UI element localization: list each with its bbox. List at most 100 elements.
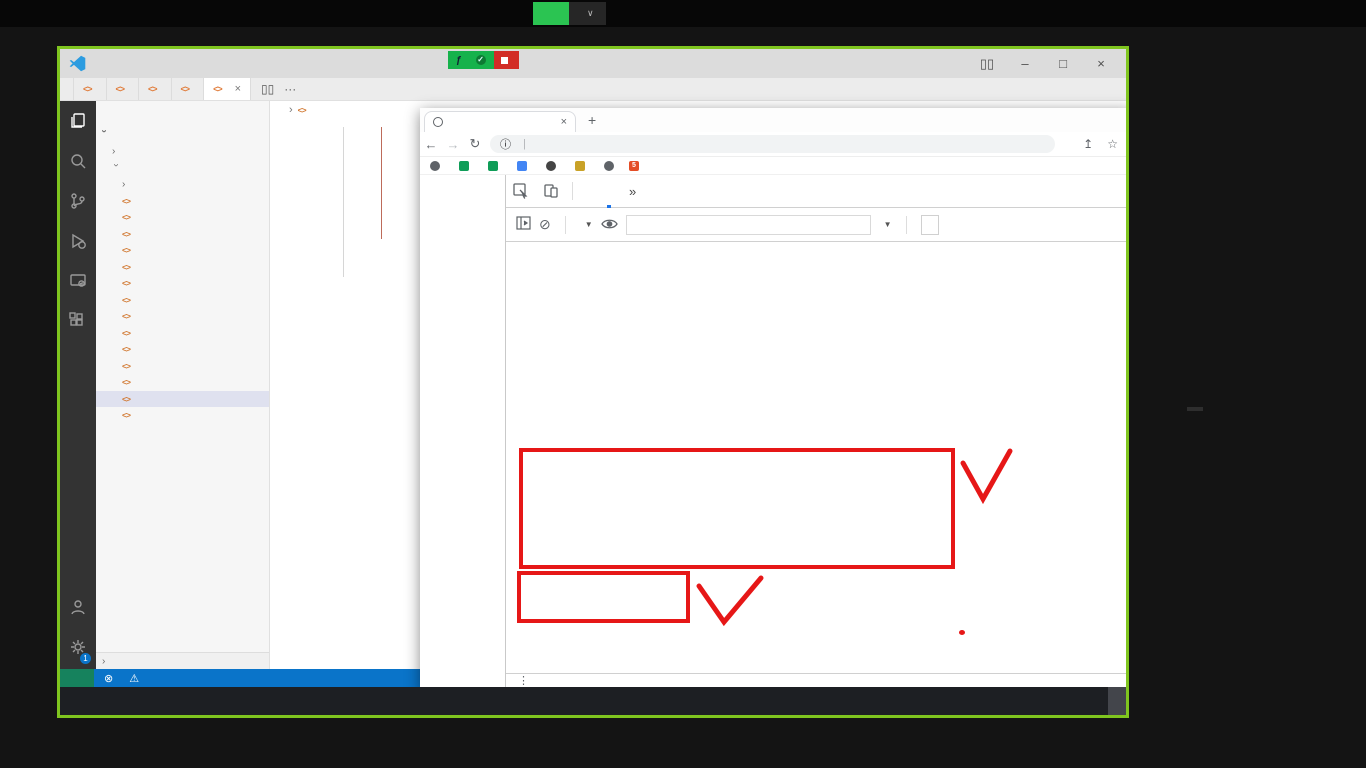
info-icon[interactable]: ⓘ — [500, 136, 511, 152]
devtools-tab-elements[interactable] — [579, 175, 599, 208]
explorer-icon[interactable] — [60, 101, 96, 141]
log-levels-selector[interactable]: ▼ — [879, 220, 892, 229]
bookmark-item[interactable] — [459, 160, 473, 171]
extensions-icon[interactable] — [60, 301, 96, 341]
tab-close-icon[interactable]: × — [235, 83, 241, 95]
explorer-file-test-html[interactable]: <> — [96, 407, 269, 424]
drawer-menu-icon[interactable]: ⋮ — [518, 674, 529, 688]
explorer-file-Step01_dataType7-html[interactable]: <> — [96, 390, 269, 407]
explorer-file-hello5-html[interactable]: <> — [96, 259, 269, 276]
explorer-file-Step01_dataType2-html[interactable]: <> — [96, 308, 269, 325]
vscode-tab[interactable]: <> — [106, 78, 140, 100]
explorer-file-javascript[interactable]: › — [96, 160, 269, 177]
share-icon[interactable]: ↥ — [1083, 137, 1093, 151]
vscode-activitybar: 1 — [60, 101, 96, 669]
devtools-tabbar: » — [506, 175, 1126, 208]
explorer-file-Step01_dataType6-html[interactable]: <> — [96, 374, 269, 391]
bookmark-star-icon[interactable]: ☆ — [1107, 137, 1118, 151]
search-icon[interactable] — [60, 141, 96, 181]
remote-indicator[interactable] — [60, 669, 94, 687]
bookmark-item[interactable] — [546, 160, 560, 171]
annotation-box-b — [517, 571, 690, 623]
vscode-tab[interactable]: <> — [74, 78, 107, 100]
device-toolbar-icon[interactable] — [536, 183, 566, 199]
vscode-explorer: › › › › <> <> <> <> <> <> <> <> <> <> <> <> <> <> › — [96, 101, 270, 669]
explorer-file-html[interactable]: › — [96, 143, 269, 160]
explorer-file-hello3-html[interactable]: <> — [96, 226, 269, 243]
explorer-file-Step01_dataType5-html[interactable]: <> — [96, 358, 269, 375]
chevron-right-icon: › — [122, 178, 126, 190]
inspect-element-icon[interactable] — [506, 183, 536, 199]
split-editor-icon[interactable]: ▯▯ — [261, 82, 274, 96]
explorer-file-hello2-html[interactable]: <> — [96, 209, 269, 226]
annotation-box-function — [519, 448, 955, 569]
bookmark-item[interactable] — [430, 160, 444, 171]
chevron-down-icon: › — [110, 163, 122, 168]
layout-toggle-icon[interactable]: ▯▯ — [968, 56, 1006, 72]
account-icon[interactable] — [60, 587, 96, 627]
bookmark-item[interactable]: 5 — [629, 160, 643, 171]
explorer-file-quiz-html[interactable]: <> — [96, 275, 269, 292]
html-file-icon: <> — [122, 344, 131, 355]
context-selector[interactable]: ▼ — [580, 220, 593, 229]
bookmark-item[interactable] — [517, 160, 531, 171]
source-control-icon[interactable] — [60, 181, 96, 221]
devtools-tab-console[interactable] — [599, 175, 619, 208]
back-icon[interactable]: ← — [420, 137, 442, 152]
html-file-icon: <> — [115, 84, 125, 94]
html-file-icon: <> — [122, 294, 131, 305]
eye-icon[interactable] — [600, 217, 618, 233]
explorer-file-images[interactable]: › — [96, 176, 269, 193]
vscode-tab[interactable]: <> × — [204, 78, 252, 100]
taskbar-clock[interactable] — [1108, 687, 1126, 715]
bookmark-item[interactable] — [488, 160, 502, 171]
view-options-button[interactable]: ∨ — [569, 2, 606, 25]
new-tab-button[interactable]: + — [588, 112, 596, 128]
warnings-icon: ⚠ — [129, 672, 140, 685]
chrome-tab[interactable]: × — [424, 111, 576, 132]
more-tabs-icon[interactable]: » — [619, 184, 646, 199]
issues-counter[interactable] — [920, 214, 939, 235]
address-bar[interactable]: ⓘ | — [490, 135, 1055, 153]
explorer-root-folder[interactable]: › — [96, 123, 269, 143]
restore-button[interactable]: □ — [1044, 56, 1082, 71]
explorer-file-hello-html[interactable]: <> — [96, 193, 269, 210]
html-file-icon: <> — [122, 195, 131, 206]
bookmark-item[interactable] — [575, 160, 589, 171]
chevron-down-icon: ∨ — [587, 8, 594, 18]
run-debug-icon[interactable] — [60, 221, 96, 261]
globe-icon — [604, 160, 614, 171]
html-file-icon: <> — [297, 104, 307, 115]
explorer-file-Step01_dataType3-html[interactable]: <> — [96, 325, 269, 342]
explorer-file-Step01_dataType-html[interactable]: <> — [96, 292, 269, 309]
stop-share-button[interactable] — [493, 51, 519, 69]
forward-icon[interactable]: → — [442, 137, 464, 152]
console-filter-input[interactable] — [625, 214, 871, 235]
remote-explorer-icon[interactable] — [60, 261, 96, 301]
explorer-file-Step01_dataType4-html[interactable]: <> — [96, 341, 269, 358]
vscode-tab[interactable]: <> — [139, 78, 172, 100]
app-icon — [517, 160, 527, 171]
outline-section[interactable]: › — [96, 652, 269, 669]
explorer-file-hello4-html[interactable]: <> — [96, 242, 269, 259]
clear-console-icon[interactable]: ⊘ — [539, 216, 551, 233]
bookmark-item[interactable] — [604, 160, 614, 171]
html-file-icon: <> — [122, 278, 131, 289]
vscode-tab[interactable]: <> — [171, 78, 205, 100]
html-file-icon: <> — [180, 84, 190, 94]
close-button[interactable]: × — [1082, 56, 1120, 71]
console-sidebar-icon[interactable] — [516, 216, 531, 233]
windows-taskbar — [60, 687, 1126, 715]
reload-icon[interactable]: ↻ — [464, 136, 486, 152]
minimize-button[interactable]: – — [1006, 56, 1044, 71]
html-file-icon: <> — [148, 84, 157, 94]
dropdown-arrow-icon: ▼ — [584, 220, 593, 229]
more-actions-icon[interactable]: ··· — [284, 82, 296, 96]
problems-status[interactable]: ⊗ ⚠ — [104, 672, 147, 685]
vscode-tabstrip: <> <> <> <> <> × ▯▯ ··· — [60, 78, 1126, 101]
bookmarks-bar: 5 — [420, 157, 1126, 175]
settings-gear-icon[interactable]: 1 — [60, 627, 96, 667]
vscode-tab[interactable] — [60, 78, 74, 100]
annotation-dot — [959, 630, 965, 635]
tab-close-icon[interactable]: × — [561, 116, 567, 128]
